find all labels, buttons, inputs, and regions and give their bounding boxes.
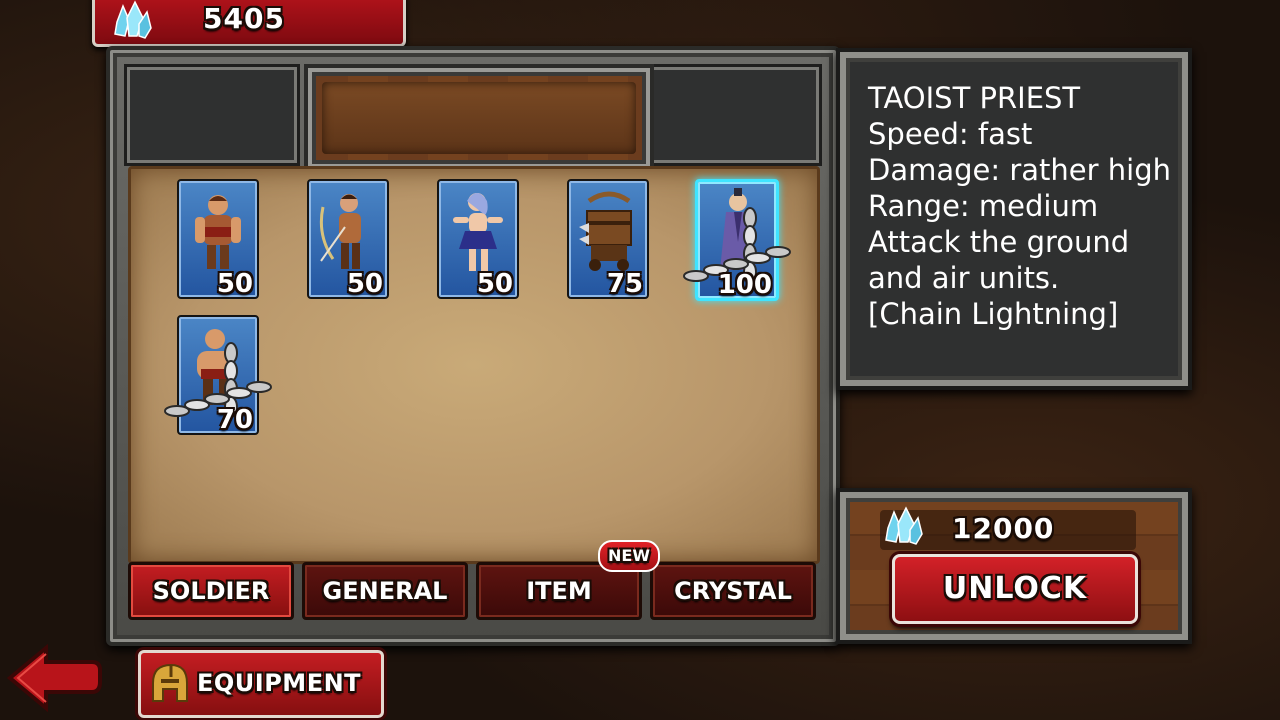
tab-label: GENERAL [322,577,448,605]
unlock-price: 12000 [952,512,1055,545]
title-plank [304,64,654,172]
unit-card-taoist-priest[interactable]: 100 [683,179,791,301]
unit-card-ballista[interactable]: 75 [567,179,649,299]
warrior-icon [195,195,241,269]
unit-cost: 75 [606,269,643,299]
equipment-button[interactable]: EQUIPMENT [138,650,384,718]
tab-general[interactable]: GENERAL [302,562,468,620]
brute-icon [197,329,235,405]
unlock-button[interactable]: UNLOCK [892,554,1138,624]
taoist-priest-icon [720,188,756,270]
tab-label: ITEM [526,577,592,605]
unit-cost: 50 [476,269,513,299]
ballista-icon [579,191,632,271]
info-line: Attack the ground [868,225,1130,259]
info-line: Damage: rather high [868,153,1172,187]
unit-selection-panel: 50 50 50 75 100 70 SOLDIER GENERAL ITEM … [106,46,840,646]
panel-frame-right [646,64,822,166]
unit-name: TAOIST PRIEST [868,81,1081,115]
equipment-label: EQUIPMENT [197,669,362,697]
unit-description: TAOIST PRIEST Speed: fast Damage: rather… [868,80,1171,332]
unlock-panel: 12000 UNLOCK [836,488,1192,644]
tab-crystal[interactable]: CRYSTAL [650,562,816,620]
crystal-counter: 5405 [92,0,406,47]
unit-cost: 50 [216,269,253,299]
unit-card-dancer[interactable]: 50 [437,179,519,299]
new-badge: NEW [598,540,660,572]
info-line: Speed: fast [868,117,1033,151]
unit-card-brute[interactable]: 70 [164,315,272,435]
unit-grid: 50 50 50 75 100 70 [128,166,820,564]
info-line: [Chain Lightning] [868,297,1119,331]
crystal-icon [885,506,923,545]
unit-info-panel: TAOIST PRIEST Speed: fast Damage: rather… [836,48,1192,390]
unit-cost: 100 [717,270,772,300]
tab-label: SOLDIER [152,577,270,605]
crystal-count: 5405 [203,2,285,35]
tab-label: CRYSTAL [674,577,792,605]
unit-cost: 50 [346,269,383,299]
tab-soldier[interactable]: SOLDIER [128,562,294,620]
panel-title [322,82,636,154]
archer-icon [319,194,361,269]
crystal-icon [114,0,152,39]
unit-card-archer[interactable]: 50 [307,179,389,299]
info-line: and air units. [868,261,1060,295]
info-line: Range: medium [868,189,1099,223]
unit-card-warrior[interactable]: 50 [177,179,259,299]
back-arrow-icon[interactable] [6,644,102,712]
dancer-icon [453,193,503,271]
unit-cost: 70 [216,405,253,435]
new-badge-label: NEW [608,546,650,565]
helmet-icon [152,663,188,702]
unlock-label: UNLOCK [942,571,1088,606]
panel-frame-left [124,64,300,166]
